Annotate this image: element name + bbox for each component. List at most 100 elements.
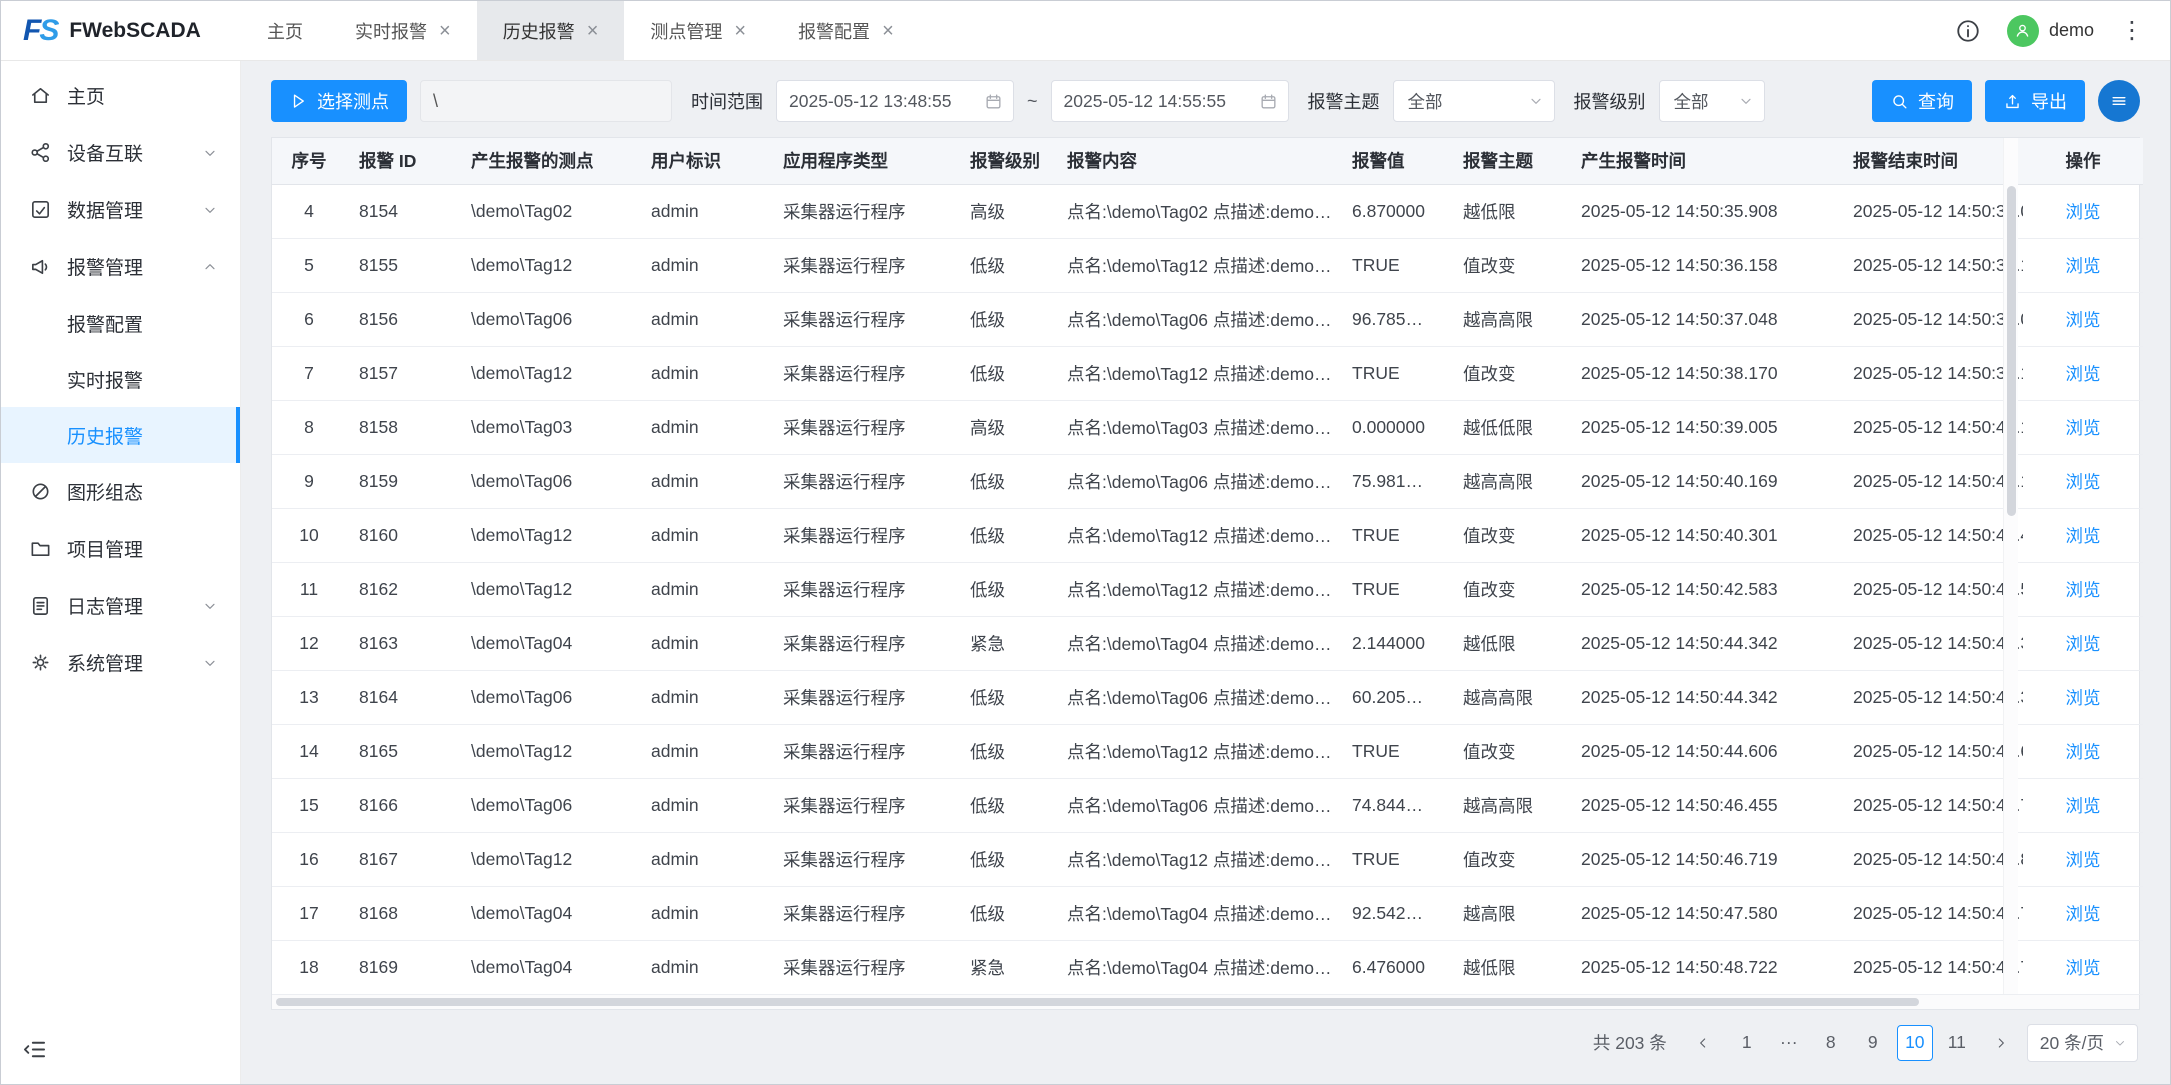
- sidebar-item-图形组态[interactable]: 图形组态: [1, 463, 240, 520]
- vertical-scrollbar[interactable]: [2003, 138, 2018, 994]
- cell-point: \demo\Tag06: [458, 778, 638, 832]
- browse-link[interactable]: 浏览: [2066, 526, 2101, 546]
- cell-start_time: 2025-05-12 14:50:44.342: [1568, 670, 1840, 724]
- browse-link[interactable]: 浏览: [2066, 742, 2101, 762]
- cell-topic: 越低限: [1450, 184, 1568, 238]
- cell-start_time: 2025-05-12 14:50:46.455: [1568, 778, 1840, 832]
- page-size-select[interactable]: 20 条/页: [2027, 1024, 2138, 1062]
- tab-测点管理[interactable]: 测点管理×: [624, 1, 772, 60]
- tab-历史报警[interactable]: 历史报警×: [477, 1, 625, 60]
- cell-content: 点名:\demo\Tag06 点描述:demo…: [1054, 292, 1339, 346]
- browse-link[interactable]: 浏览: [2066, 850, 2101, 870]
- main-layout: 主页设备互联数据管理报警管理报警配置实时报警历史报警图形组态项目管理日志管理系统…: [1, 61, 2170, 1084]
- browse-link[interactable]: 浏览: [2066, 364, 2101, 384]
- tab-close-icon[interactable]: ×: [882, 21, 894, 41]
- table-row: 188169\demo\Tag04admin采集器运行程序紧急点名:\demo\…: [272, 940, 2143, 994]
- pagination: 共 203 条 1···891011 20 条/页: [273, 1024, 2138, 1062]
- info-icon[interactable]: [1955, 18, 1981, 44]
- browse-link[interactable]: 浏览: [2066, 310, 2101, 330]
- browse-link[interactable]: 浏览: [2066, 418, 2101, 438]
- alarm-topic-select[interactable]: 全部: [1393, 80, 1555, 122]
- browse-link[interactable]: 浏览: [2066, 472, 2101, 492]
- sidebar-item-label: 主页: [67, 82, 218, 109]
- page-button-11[interactable]: 11: [1939, 1025, 1975, 1061]
- cell-user: admin: [638, 454, 770, 508]
- sidebar-item-主页[interactable]: 主页: [1, 67, 240, 124]
- browse-link[interactable]: 浏览: [2066, 796, 2101, 816]
- cell-action: 浏览: [2023, 778, 2143, 832]
- tab-主页[interactable]: 主页: [241, 1, 329, 60]
- sidebar-item-日志管理[interactable]: 日志管理: [1, 577, 240, 634]
- search-icon: [1890, 92, 1909, 111]
- query-button[interactable]: 查询: [1872, 80, 1972, 122]
- cell-index: 4: [272, 184, 346, 238]
- prev-page-button[interactable]: [1685, 1025, 1721, 1061]
- sidebar-item-数据管理[interactable]: 数据管理: [1, 181, 240, 238]
- tab-bar: 主页实时报警×历史报警×测点管理×报警配置×: [241, 1, 920, 60]
- query-label: 查询: [1918, 88, 1954, 114]
- user-menu[interactable]: demo: [2007, 15, 2094, 47]
- export-button[interactable]: 导出: [1985, 80, 2085, 122]
- cell-point: \demo\Tag12: [458, 562, 638, 616]
- tab-报警配置[interactable]: 报警配置×: [772, 1, 920, 60]
- tab-close-icon[interactable]: ×: [734, 21, 746, 41]
- page-button-1[interactable]: 1: [1729, 1025, 1765, 1061]
- browse-link[interactable]: 浏览: [2066, 904, 2101, 924]
- kebab-menu-icon[interactable]: ⋮: [2120, 19, 2144, 43]
- vertical-scrollbar-thumb[interactable]: [2007, 186, 2016, 516]
- cell-alarm_id: 8168: [346, 886, 458, 940]
- page-button-9[interactable]: 9: [1855, 1025, 1891, 1061]
- sidebar-item-系统管理[interactable]: 系统管理: [1, 634, 240, 691]
- cell-alarm_id: 8159: [346, 454, 458, 508]
- column-settings-button[interactable]: [2098, 80, 2140, 122]
- sidebar-footer: [1, 1022, 240, 1084]
- sidebar-subitem-历史报警[interactable]: 历史报警: [1, 407, 240, 463]
- time-to-value[interactable]: [1064, 91, 1251, 112]
- cell-content: 点名:\demo\Tag04 点描述:demo…: [1054, 940, 1339, 994]
- horizontal-scrollbar-thumb[interactable]: [276, 998, 1919, 1006]
- browse-link[interactable]: 浏览: [2066, 688, 2101, 708]
- cell-value: TRUE: [1339, 508, 1450, 562]
- cell-start_time: 2025-05-12 14:50:37.048: [1568, 292, 1840, 346]
- cell-point: \demo\Tag06: [458, 292, 638, 346]
- time-from-input[interactable]: [776, 80, 1014, 122]
- time-from-value[interactable]: [789, 91, 976, 112]
- table-row: 138164\demo\Tag06admin采集器运行程序低级点名:\demo\…: [272, 670, 2143, 724]
- cell-alarm_id: 8158: [346, 400, 458, 454]
- horizontal-scrollbar[interactable]: [272, 995, 2139, 1009]
- sidebar-subitem-实时报警[interactable]: 实时报警: [1, 351, 240, 407]
- sidebar-item-设备互联[interactable]: 设备互联: [1, 124, 240, 181]
- cell-end_time: 2025-05-12 14:50:37.1: [1840, 238, 2023, 292]
- cell-action: 浏览: [2023, 670, 2143, 724]
- sidebar-item-项目管理[interactable]: 项目管理: [1, 520, 240, 577]
- browse-link[interactable]: 浏览: [2066, 256, 2101, 276]
- cell-action: 浏览: [2023, 238, 2143, 292]
- sidebar-item-报警管理[interactable]: 报警管理: [1, 238, 240, 295]
- next-page-button[interactable]: [1983, 1025, 2019, 1061]
- page-ellipsis[interactable]: ···: [1771, 1025, 1807, 1061]
- tab-实时报警[interactable]: 实时报警×: [329, 1, 477, 60]
- cell-app_type: 采集器运行程序: [770, 940, 957, 994]
- cell-user: admin: [638, 238, 770, 292]
- select-points-button[interactable]: 选择测点: [271, 80, 407, 122]
- page-button-10[interactable]: 10: [1897, 1025, 1933, 1061]
- cell-end_time: 2025-05-12 14:50:39.1: [1840, 346, 2023, 400]
- tab-close-icon[interactable]: ×: [587, 21, 599, 41]
- time-to-input[interactable]: [1051, 80, 1289, 122]
- sidebar-item-label: 报警管理: [67, 253, 187, 280]
- alarm-level-select[interactable]: 全部: [1659, 80, 1765, 122]
- alarm-level-label: 报警级别: [1574, 88, 1646, 114]
- browse-link[interactable]: 浏览: [2066, 958, 2101, 978]
- cell-content: 点名:\demo\Tag06 点描述:demo…: [1054, 670, 1339, 724]
- browse-link[interactable]: 浏览: [2066, 580, 2101, 600]
- cell-level: 低级: [957, 832, 1054, 886]
- points-input[interactable]: [420, 80, 672, 122]
- browse-link[interactable]: 浏览: [2066, 634, 2101, 654]
- app-logo-icon: FS: [23, 16, 57, 46]
- tab-close-icon[interactable]: ×: [439, 21, 451, 41]
- cell-value: TRUE: [1339, 346, 1450, 400]
- browse-link[interactable]: 浏览: [2066, 202, 2101, 222]
- page-button-8[interactable]: 8: [1813, 1025, 1849, 1061]
- collapse-sidebar-icon[interactable]: [21, 1036, 48, 1063]
- sidebar-subitem-报警配置[interactable]: 报警配置: [1, 295, 240, 351]
